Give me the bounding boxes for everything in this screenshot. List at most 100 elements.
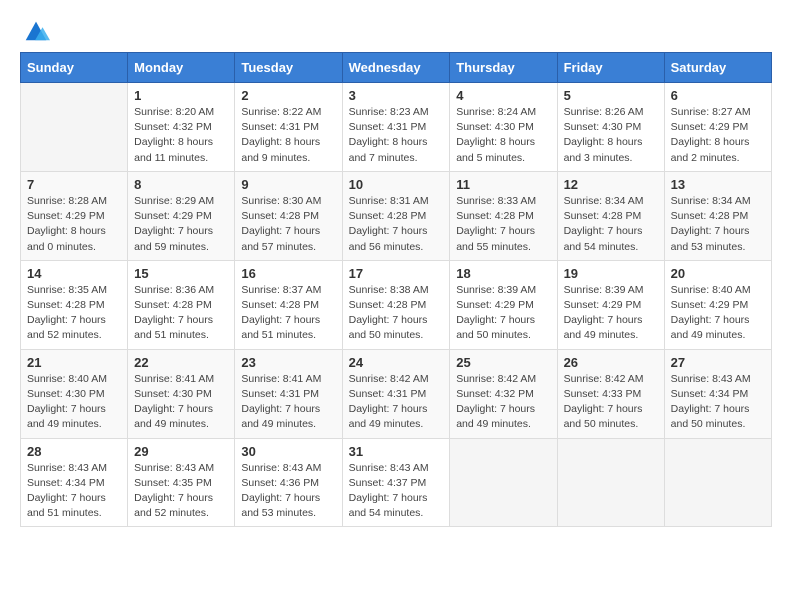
day-info: Sunrise: 8:38 AMSunset: 4:28 PMDaylight:… <box>349 283 444 344</box>
day-number: 6 <box>671 88 765 103</box>
week-row-3: 14 Sunrise: 8:35 AMSunset: 4:28 PMDayligh… <box>21 260 772 349</box>
day-cell: 14 Sunrise: 8:35 AMSunset: 4:28 PMDayligh… <box>21 260 128 349</box>
day-number: 4 <box>456 88 550 103</box>
day-number: 16 <box>241 266 335 281</box>
day-info: Sunrise: 8:23 AMSunset: 4:31 PMDaylight:… <box>349 105 444 166</box>
day-cell: 20Sunrise: 8:40 AMSunset: 4:29 PMDayligh… <box>664 260 771 349</box>
day-cell: 9 Sunrise: 8:30 AMSunset: 4:28 PMDaylight… <box>235 171 342 260</box>
day-cell: 23 Sunrise: 8:41 AMSunset: 4:31 PMDayligh… <box>235 349 342 438</box>
day-cell: 27 Sunrise: 8:43 AMSunset: 4:34 PMDayligh… <box>664 349 771 438</box>
day-number: 22 <box>134 355 228 370</box>
day-info: Sunrise: 8:27 AMSunset: 4:29 PMDaylight:… <box>671 105 765 166</box>
week-row-2: 7 Sunrise: 8:28 AMSunset: 4:29 PMDaylight… <box>21 171 772 260</box>
day-number: 25 <box>456 355 550 370</box>
day-cell: 12 Sunrise: 8:34 AMSunset: 4:28 PMDayligh… <box>557 171 664 260</box>
logo <box>20 20 50 44</box>
day-info: Sunrise: 8:36 AMSunset: 4:28 PMDaylight:… <box>134 283 228 344</box>
day-info: Sunrise: 8:43 AMSunset: 4:37 PMDaylight:… <box>349 461 444 522</box>
day-number: 19 <box>564 266 658 281</box>
day-info: Sunrise: 8:42 AMSunset: 4:31 PMDaylight:… <box>349 372 444 433</box>
day-info: Sunrise: 8:37 AMSunset: 4:28 PMDaylight:… <box>241 283 335 344</box>
weekday-header-tuesday: Tuesday <box>235 53 342 83</box>
day-cell: 18 Sunrise: 8:39 AMSunset: 4:29 PMDayligh… <box>450 260 557 349</box>
day-cell <box>21 83 128 172</box>
weekday-header-row: SundayMondayTuesdayWednesdayThursdayFrid… <box>21 53 772 83</box>
day-info: Sunrise: 8:43 AMSunset: 4:34 PMDaylight:… <box>671 372 765 433</box>
day-cell: 30Sunrise: 8:43 AMSunset: 4:36 PMDayligh… <box>235 438 342 527</box>
day-cell: 26 Sunrise: 8:42 AMSunset: 4:33 PMDayligh… <box>557 349 664 438</box>
day-info: Sunrise: 8:41 AMSunset: 4:31 PMDaylight:… <box>241 372 335 433</box>
day-number: 1 <box>134 88 228 103</box>
day-info: Sunrise: 8:41 AMSunset: 4:30 PMDaylight:… <box>134 372 228 433</box>
day-number: 15 <box>134 266 228 281</box>
day-info: Sunrise: 8:34 AMSunset: 4:28 PMDaylight:… <box>564 194 658 255</box>
day-number: 8 <box>134 177 228 192</box>
day-number: 13 <box>671 177 765 192</box>
day-info: Sunrise: 8:34 AMSunset: 4:28 PMDaylight:… <box>671 194 765 255</box>
day-number: 2 <box>241 88 335 103</box>
day-number: 5 <box>564 88 658 103</box>
day-number: 31 <box>349 444 444 459</box>
day-cell: 11Sunrise: 8:33 AMSunset: 4:28 PMDayligh… <box>450 171 557 260</box>
day-number: 21 <box>27 355 121 370</box>
day-info: Sunrise: 8:22 AMSunset: 4:31 PMDaylight:… <box>241 105 335 166</box>
logo-icon <box>22 16 50 44</box>
day-info: Sunrise: 8:26 AMSunset: 4:30 PMDaylight:… <box>564 105 658 166</box>
day-cell: 22 Sunrise: 8:41 AMSunset: 4:30 PMDayligh… <box>128 349 235 438</box>
day-cell: 3Sunrise: 8:23 AMSunset: 4:31 PMDaylight… <box>342 83 450 172</box>
calendar-table: SundayMondayTuesdayWednesdayThursdayFrid… <box>20 52 772 527</box>
day-number: 20 <box>671 266 765 281</box>
day-cell: 28 Sunrise: 8:43 AMSunset: 4:34 PMDayligh… <box>21 438 128 527</box>
day-info: Sunrise: 8:43 AMSunset: 4:34 PMDaylight:… <box>27 461 121 522</box>
day-number: 9 <box>241 177 335 192</box>
day-cell: 13 Sunrise: 8:34 AMSunset: 4:28 PMDayligh… <box>664 171 771 260</box>
day-number: 14 <box>27 266 121 281</box>
day-cell: 19 Sunrise: 8:39 AMSunset: 4:29 PMDayligh… <box>557 260 664 349</box>
weekday-header-sunday: Sunday <box>21 53 128 83</box>
day-cell: 1 Sunrise: 8:20 AMSunset: 4:32 PMDaylight… <box>128 83 235 172</box>
day-cell: 16 Sunrise: 8:37 AMSunset: 4:28 PMDayligh… <box>235 260 342 349</box>
day-info: Sunrise: 8:39 AMSunset: 4:29 PMDaylight:… <box>564 283 658 344</box>
weekday-header-wednesday: Wednesday <box>342 53 450 83</box>
day-number: 17 <box>349 266 444 281</box>
day-number: 23 <box>241 355 335 370</box>
day-info: Sunrise: 8:42 AMSunset: 4:32 PMDaylight:… <box>456 372 550 433</box>
day-number: 7 <box>27 177 121 192</box>
day-cell <box>664 438 771 527</box>
week-row-4: 21 Sunrise: 8:40 AMSunset: 4:30 PMDayligh… <box>21 349 772 438</box>
day-cell: 2 Sunrise: 8:22 AMSunset: 4:31 PMDaylight… <box>235 83 342 172</box>
day-number: 30 <box>241 444 335 459</box>
weekday-header-saturday: Saturday <box>664 53 771 83</box>
week-row-5: 28 Sunrise: 8:43 AMSunset: 4:34 PMDayligh… <box>21 438 772 527</box>
week-row-1: 1 Sunrise: 8:20 AMSunset: 4:32 PMDaylight… <box>21 83 772 172</box>
day-info: Sunrise: 8:33 AMSunset: 4:28 PMDaylight:… <box>456 194 550 255</box>
day-info: Sunrise: 8:39 AMSunset: 4:29 PMDaylight:… <box>456 283 550 344</box>
day-number: 24 <box>349 355 444 370</box>
day-cell: 10 Sunrise: 8:31 AMSunset: 4:28 PMDayligh… <box>342 171 450 260</box>
day-info: Sunrise: 8:43 AMSunset: 4:35 PMDaylight:… <box>134 461 228 522</box>
day-cell: 7 Sunrise: 8:28 AMSunset: 4:29 PMDaylight… <box>21 171 128 260</box>
day-cell: 31 Sunrise: 8:43 AMSunset: 4:37 PMDayligh… <box>342 438 450 527</box>
day-info: Sunrise: 8:20 AMSunset: 4:32 PMDaylight:… <box>134 105 228 166</box>
day-number: 12 <box>564 177 658 192</box>
day-cell: 5 Sunrise: 8:26 AMSunset: 4:30 PMDaylight… <box>557 83 664 172</box>
day-cell: 24 Sunrise: 8:42 AMSunset: 4:31 PMDayligh… <box>342 349 450 438</box>
day-info: Sunrise: 8:40 AMSunset: 4:30 PMDaylight:… <box>27 372 121 433</box>
day-number: 29 <box>134 444 228 459</box>
day-number: 18 <box>456 266 550 281</box>
day-cell: 29 Sunrise: 8:43 AMSunset: 4:35 PMDayligh… <box>128 438 235 527</box>
day-info: Sunrise: 8:42 AMSunset: 4:33 PMDaylight:… <box>564 372 658 433</box>
day-cell: 25 Sunrise: 8:42 AMSunset: 4:32 PMDayligh… <box>450 349 557 438</box>
day-info: Sunrise: 8:31 AMSunset: 4:28 PMDaylight:… <box>349 194 444 255</box>
day-number: 28 <box>27 444 121 459</box>
day-number: 26 <box>564 355 658 370</box>
day-info: Sunrise: 8:28 AMSunset: 4:29 PMDaylight:… <box>27 194 121 255</box>
day-info: Sunrise: 8:35 AMSunset: 4:28 PMDaylight:… <box>27 283 121 344</box>
day-number: 10 <box>349 177 444 192</box>
day-cell <box>557 438 664 527</box>
day-info: Sunrise: 8:30 AMSunset: 4:28 PMDaylight:… <box>241 194 335 255</box>
day-cell: 4Sunrise: 8:24 AMSunset: 4:30 PMDaylight… <box>450 83 557 172</box>
day-number: 27 <box>671 355 765 370</box>
day-cell: 21 Sunrise: 8:40 AMSunset: 4:30 PMDayligh… <box>21 349 128 438</box>
day-cell: 6 Sunrise: 8:27 AMSunset: 4:29 PMDaylight… <box>664 83 771 172</box>
